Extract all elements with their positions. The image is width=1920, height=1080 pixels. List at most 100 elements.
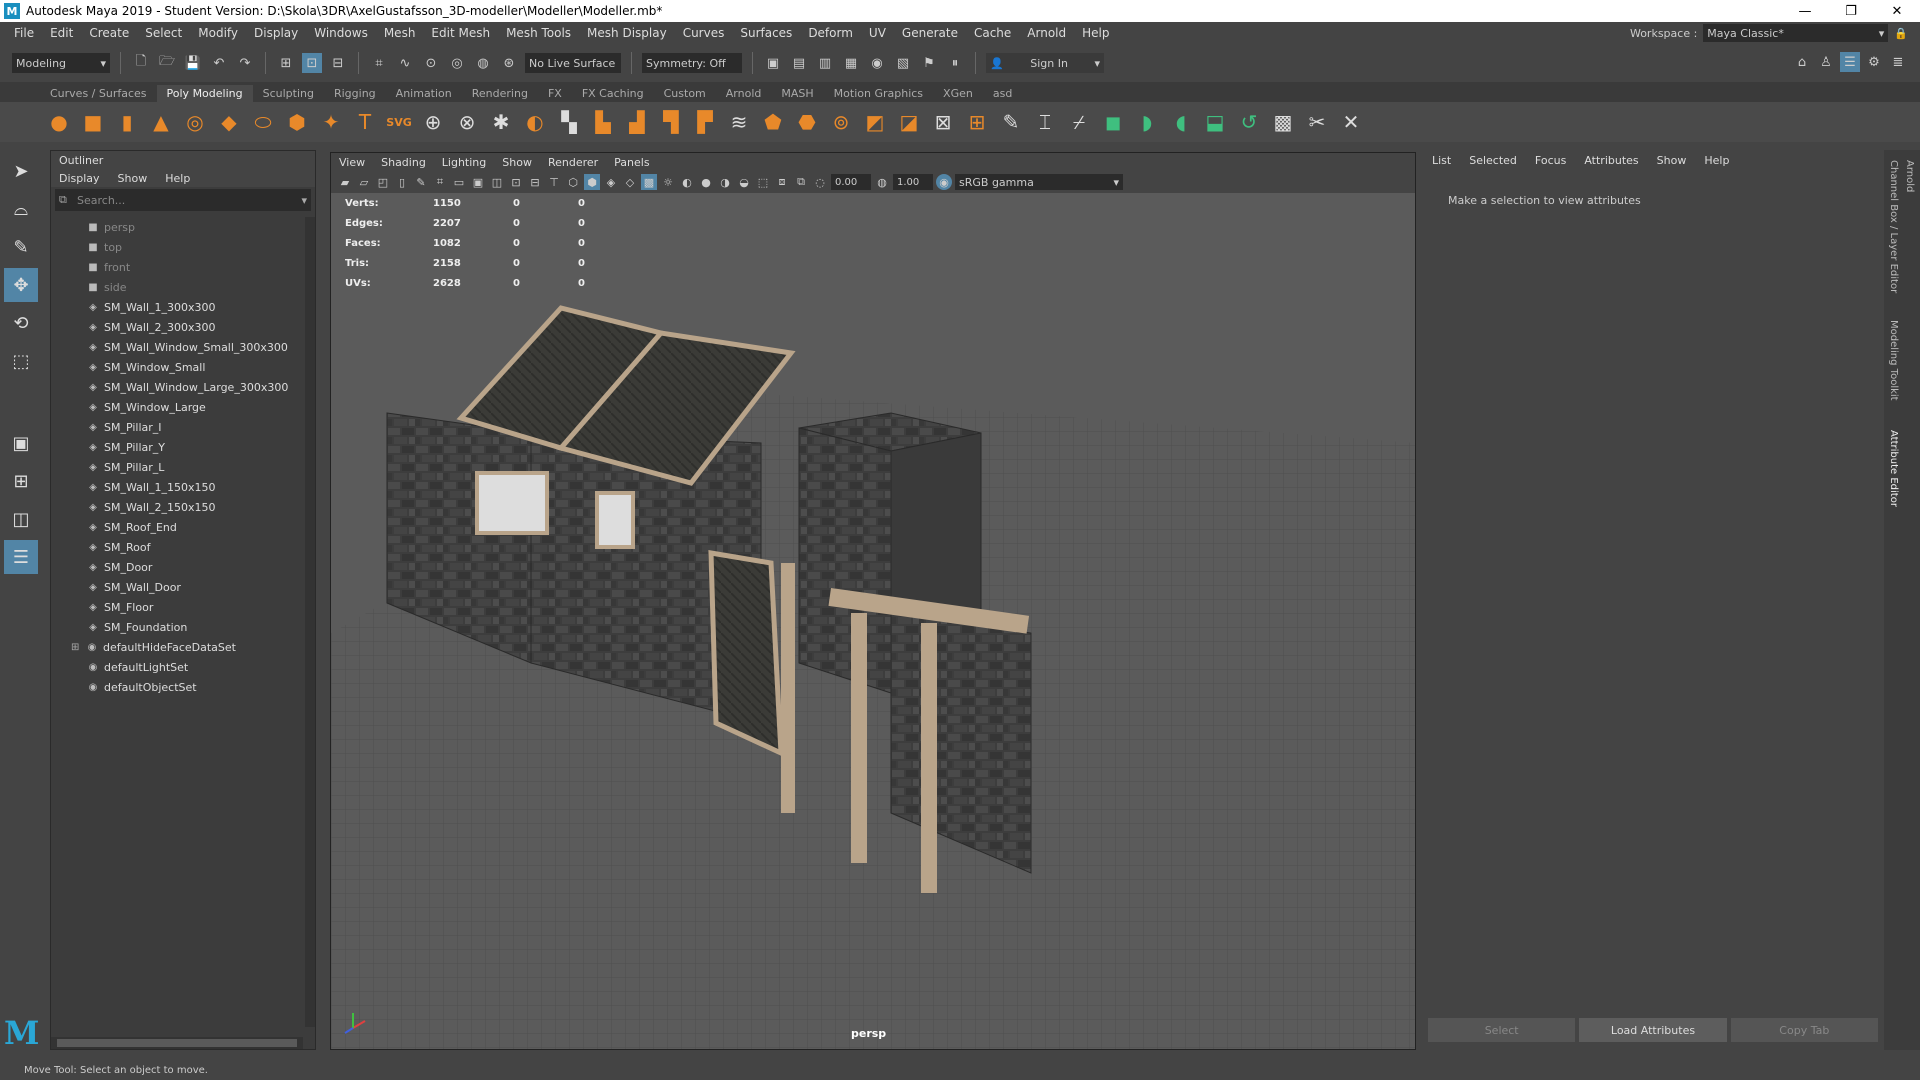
list-item[interactable]: ◈ SM_Window_Large — [51, 397, 303, 417]
grease-pencil-icon[interactable]: ✎ — [413, 174, 429, 190]
camera-select-icon[interactable]: ▰ — [337, 174, 353, 190]
list-item[interactable]: ◈ SM_Wall_1_150x150 — [51, 477, 303, 497]
lock-icon[interactable]: 🔒 — [1894, 27, 1908, 40]
menu-file[interactable]: File — [6, 26, 42, 40]
live-surface-field[interactable]: No Live Surface — [525, 53, 621, 73]
viewport-menu-shading[interactable]: Shading — [381, 156, 426, 169]
select-object-icon[interactable]: ⊡ — [302, 53, 322, 73]
viewport-menu-lighting[interactable]: Lighting — [442, 156, 486, 169]
select-hierarchy-icon[interactable]: ⊞ — [276, 53, 296, 73]
bridge-icon[interactable]: ≋ — [724, 107, 754, 137]
menu-mesh-tools[interactable]: Mesh Tools — [498, 26, 579, 40]
list-item[interactable]: ⊞ ◉ defaultHideFaceDataSet — [51, 637, 303, 657]
tab-modeling-toolkit[interactable]: Modeling Toolkit — [1888, 320, 1899, 401]
outliner-layout-icon[interactable]: ☰ — [4, 540, 38, 574]
outliner-search-input[interactable]: ⧉ Search... ▾ — [55, 189, 311, 211]
viewport-menu-panels[interactable]: Panels — [614, 156, 649, 169]
poly-type-icon[interactable]: T — [350, 107, 380, 137]
exposure-field[interactable]: 0.00 — [831, 174, 871, 190]
platonic-solid-icon[interactable]: ⬢ — [282, 107, 312, 137]
list-item[interactable]: ◈ SM_Wall_Door — [51, 577, 303, 597]
shelf-tab-asd[interactable]: asd — [983, 85, 1022, 102]
new-scene-icon[interactable]: 🗋 — [131, 53, 151, 73]
ae-menu-help[interactable]: Help — [1704, 154, 1729, 167]
menu-cache[interactable]: Cache — [966, 26, 1019, 40]
safe-action-icon[interactable]: ⊟ — [527, 174, 543, 190]
redo-icon[interactable]: ↷ — [235, 53, 255, 73]
list-item[interactable]: ◈ SM_Wall_1_300x300 — [51, 297, 303, 317]
list-item[interactable]: ◈ SM_Door — [51, 557, 303, 577]
poly-disc-icon[interactable]: ⬭ — [248, 107, 278, 137]
smooth-shade-icon[interactable]: ⬢ — [584, 174, 600, 190]
save-scene-icon[interactable]: 💾 — [183, 53, 203, 73]
snap-live-icon[interactable]: ⊛ — [499, 53, 519, 73]
menu-select[interactable]: Select — [137, 26, 190, 40]
workspace-dropdown[interactable]: Maya Classic* ▾ — [1703, 24, 1889, 42]
menu-create[interactable]: Create — [81, 26, 137, 40]
color-management-icon[interactable]: ◉ — [936, 174, 952, 190]
minimize-button[interactable]: — — [1782, 0, 1828, 22]
fill-hole-icon[interactable]: ⬟ — [758, 107, 788, 137]
uv-unfold-icon[interactable]: ↺ — [1234, 107, 1264, 137]
shelf-tab-arnold[interactable]: Arnold — [716, 85, 772, 102]
gate-mask-icon[interactable]: ◫ — [489, 174, 505, 190]
separate-icon[interactable]: ▚ — [554, 107, 584, 137]
motion-blur-icon[interactable]: ◑ — [717, 174, 733, 190]
poly-cylinder-icon[interactable]: ▮ — [112, 107, 142, 137]
gamma-field[interactable]: 1.00 — [893, 174, 933, 190]
list-item[interactable]: ◈ SM_Wall_Window_Large_300x300 — [51, 377, 303, 397]
menu-edit[interactable]: Edit — [42, 26, 81, 40]
chevron-down-icon[interactable]: ▾ — [301, 194, 307, 207]
wireframe-on-shaded-icon[interactable]: ◈ — [603, 174, 619, 190]
menu-deform[interactable]: Deform — [800, 26, 861, 40]
append-icon[interactable]: ⬣ — [792, 107, 822, 137]
outliner-camera-side[interactable]: ■ side — [51, 277, 303, 297]
combine-icon[interactable]: ◐ — [520, 107, 550, 137]
list-item[interactable]: ◈ SM_Floor — [51, 597, 303, 617]
menu-help[interactable]: Help — [1074, 26, 1117, 40]
list-item[interactable]: ◈ SM_Window_Small — [51, 357, 303, 377]
ae-menu-attributes[interactable]: Attributes — [1584, 154, 1638, 167]
uv-layout-icon[interactable]: ▩ — [1268, 107, 1298, 137]
outliner-camera-persp[interactable]: ■ persp — [51, 217, 303, 237]
modeling-toolkit-icon[interactable]: ⌂ — [1792, 52, 1812, 72]
list-item[interactable]: ◉ defaultLightSet — [51, 657, 303, 677]
expand-icon[interactable]: ⊞ — [71, 642, 85, 653]
svg-icon[interactable]: SVG — [384, 107, 414, 137]
attribute-editor-icon[interactable]: ☰ — [1840, 52, 1860, 72]
shelf-tab-motion-graphics[interactable]: Motion Graphics — [824, 85, 933, 102]
gamma-icon[interactable]: ◍ — [874, 174, 890, 190]
poly-torus-icon[interactable]: ◎ — [180, 107, 210, 137]
super-shape-icon[interactable]: ✦ — [316, 107, 346, 137]
menu-display[interactable]: Display — [246, 26, 306, 40]
safe-title-icon[interactable]: ⊤ — [546, 174, 562, 190]
two-view-icon[interactable]: ◫ — [4, 502, 38, 536]
xray-icon[interactable]: ◇ — [622, 174, 638, 190]
pause-icon[interactable]: ⏸ — [945, 53, 965, 73]
uv-planar-icon[interactable]: ◼ — [1098, 107, 1128, 137]
image-plane-icon[interactable]: ▯ — [394, 174, 410, 190]
bevel-icon[interactable]: ▛ — [690, 107, 720, 137]
list-item[interactable]: ◈ SM_Pillar_Y — [51, 437, 303, 457]
menu-modify[interactable]: Modify — [190, 26, 246, 40]
field-chart-icon[interactable]: ⊡ — [508, 174, 524, 190]
ambient-occlusion-icon[interactable]: ● — [698, 174, 714, 190]
menu-generate[interactable]: Generate — [894, 26, 966, 40]
snap-grid-icon[interactable]: ⌗ — [369, 53, 389, 73]
outliner-horizontal-scrollbar[interactable] — [51, 1037, 303, 1049]
snap-surface-icon[interactable]: ◍ — [473, 53, 493, 73]
uv-sew-icon[interactable]: ✂ — [1302, 107, 1332, 137]
tool-settings-icon[interactable]: ⚙ — [1864, 52, 1884, 72]
exposure-icon[interactable]: ◌ — [812, 174, 828, 190]
anti-alias-icon[interactable]: ◒ — [736, 174, 752, 190]
shelf-tab-xgen[interactable]: XGen — [933, 85, 983, 102]
scale-tool-icon[interactable]: ⬚ — [4, 344, 38, 378]
menu-curves[interactable]: Curves — [675, 26, 733, 40]
filter-icon[interactable]: ⧉ — [59, 193, 67, 207]
menu-windows[interactable]: Windows — [306, 26, 376, 40]
ae-menu-list[interactable]: List — [1432, 154, 1451, 167]
target-weld-icon[interactable]: ⊞ — [962, 107, 992, 137]
hypershade-icon[interactable]: ◉ — [867, 53, 887, 73]
close-button[interactable]: ✕ — [1874, 0, 1920, 22]
load-attributes-button[interactable]: Load Attributes — [1579, 1018, 1727, 1042]
